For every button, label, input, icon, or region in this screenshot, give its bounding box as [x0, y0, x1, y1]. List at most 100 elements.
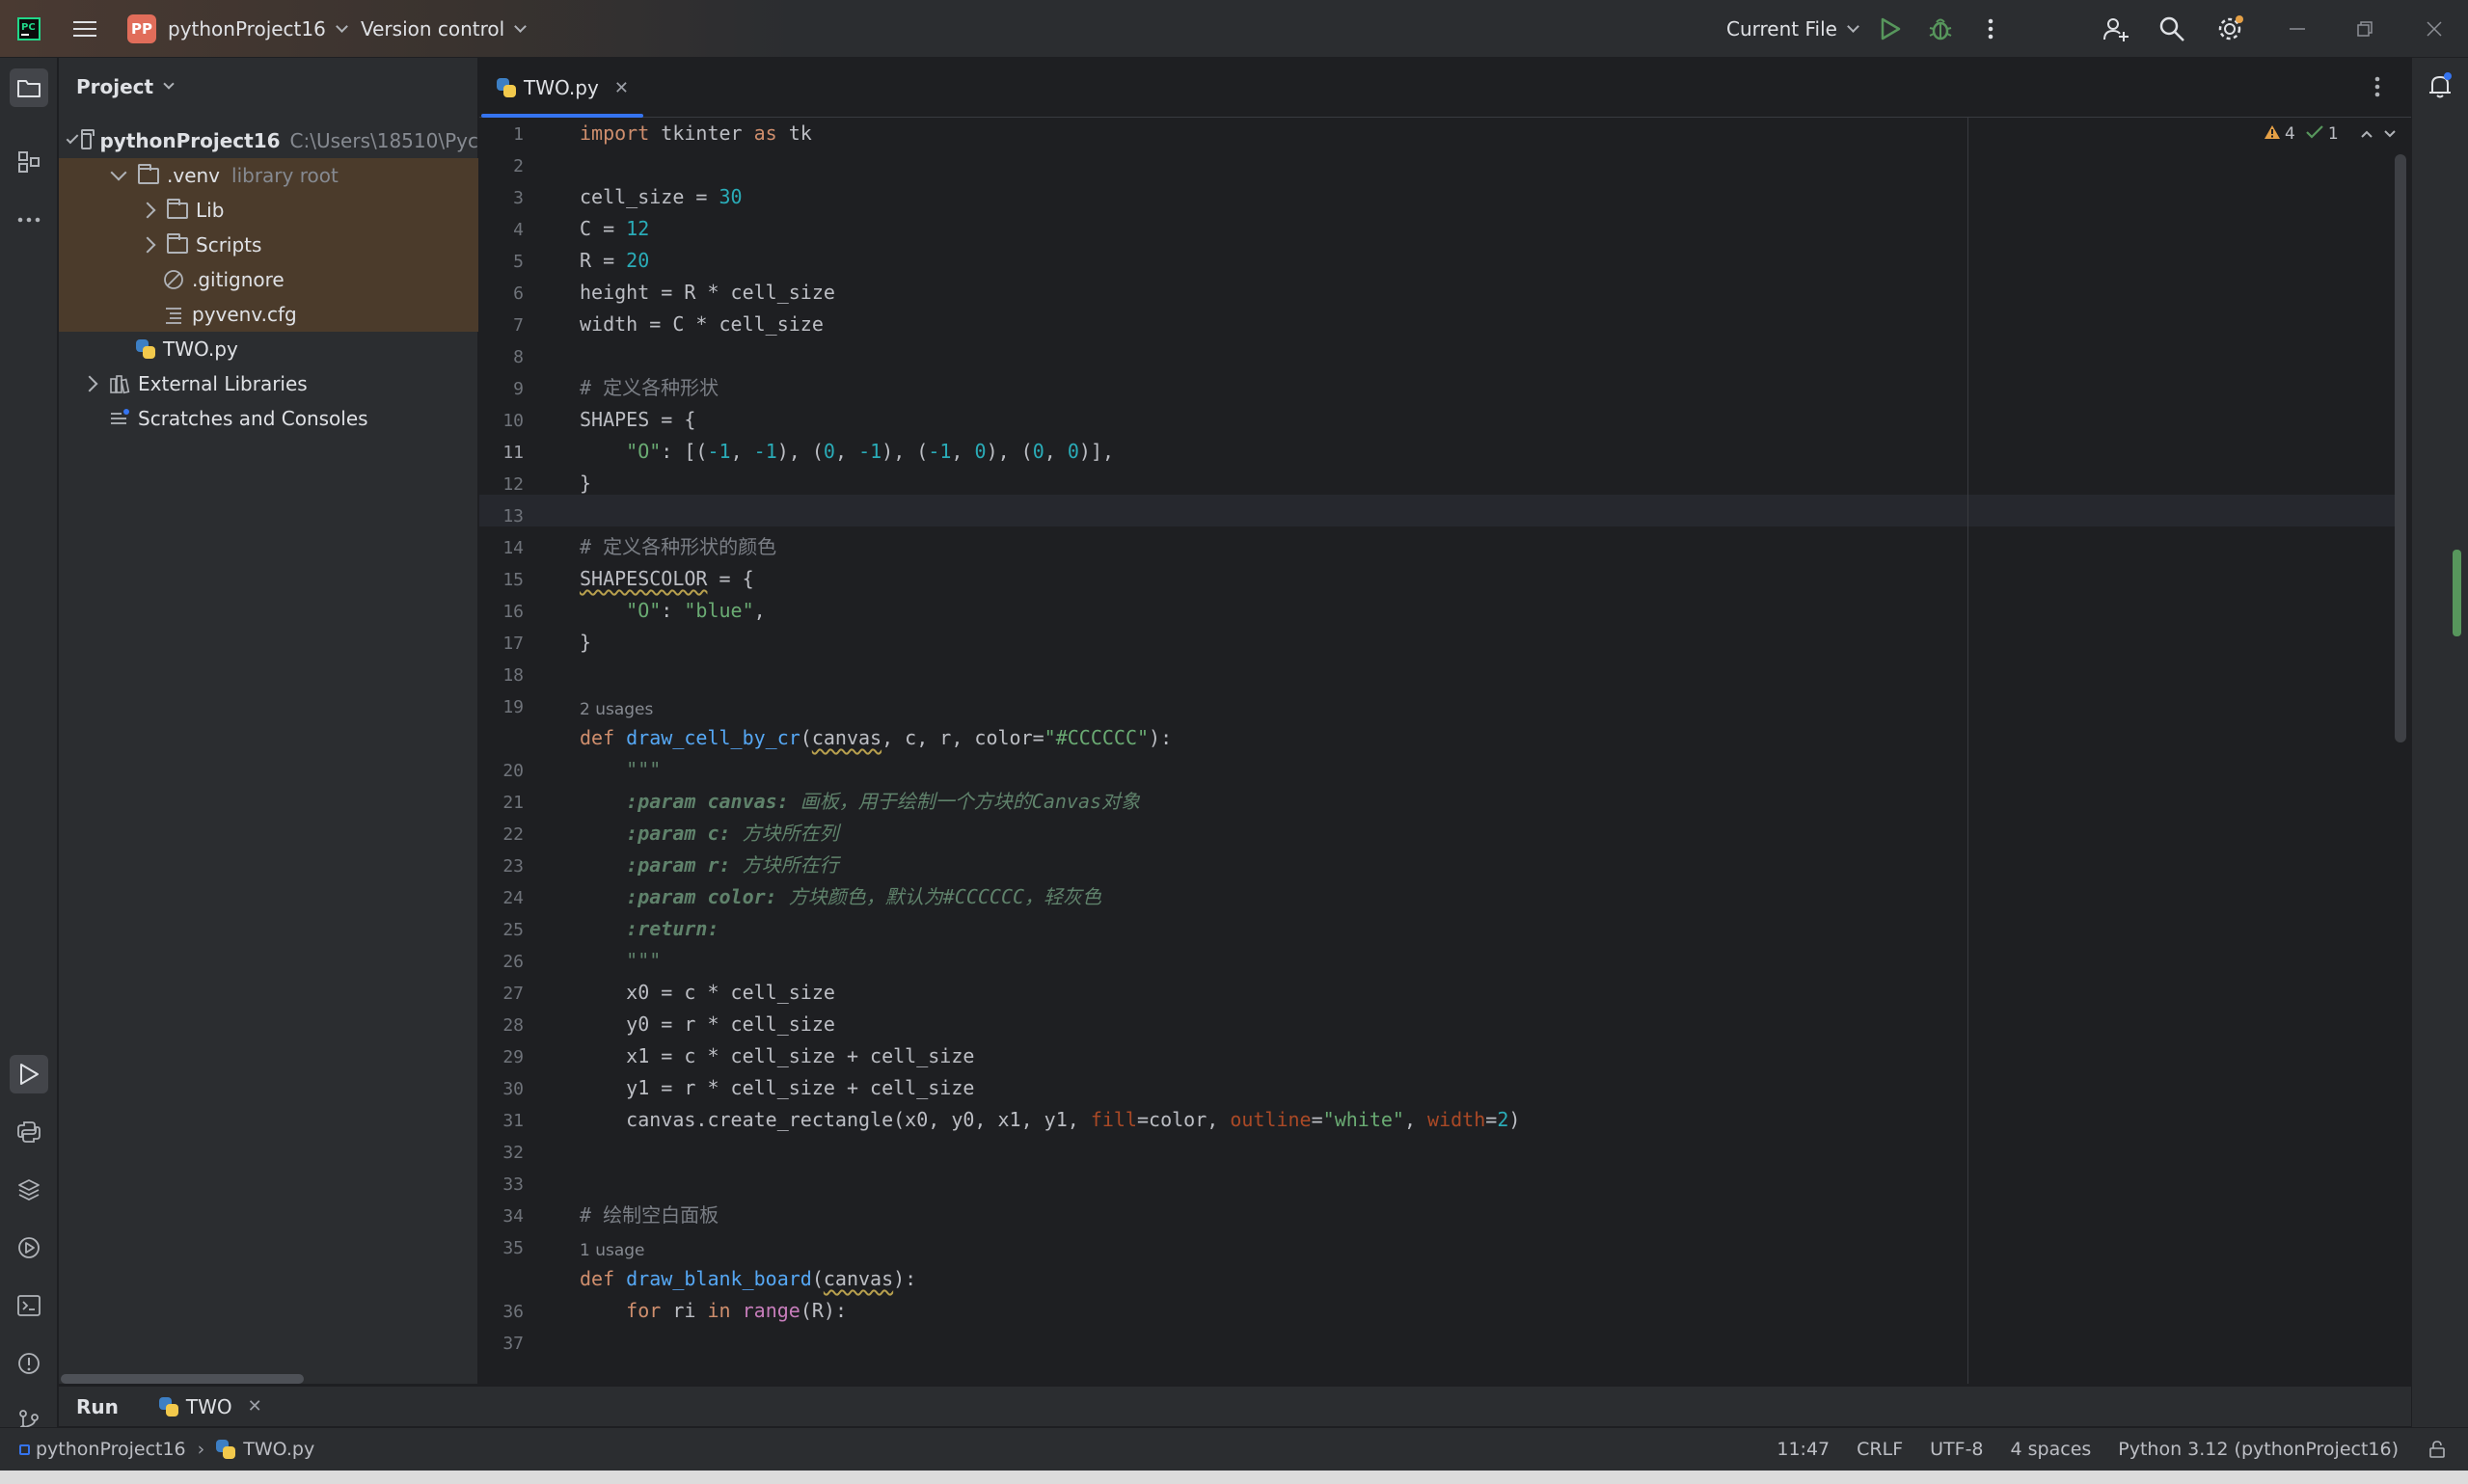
- line-number[interactable]: 24: [475, 888, 524, 908]
- line-number[interactable]: 5: [475, 252, 524, 272]
- line-number[interactable]: 14: [475, 538, 524, 558]
- line-number[interactable]: 16: [475, 602, 524, 622]
- run-config-selector[interactable]: Current File: [1726, 0, 1859, 58]
- tree-item-project-root[interactable]: pythonProject16 C:\Users\18510\Pyc: [59, 123, 478, 158]
- line-number[interactable]: 21: [475, 793, 524, 813]
- line-number[interactable]: 19: [475, 697, 524, 717]
- read-only-toggle-icon[interactable]: [2427, 1440, 2447, 1459]
- line-number[interactable]: 36: [475, 1302, 524, 1322]
- line-number[interactable]: 30: [475, 1079, 524, 1099]
- line-number[interactable]: 10: [475, 411, 524, 431]
- line-number[interactable]: 28: [475, 1015, 524, 1036]
- settings-gear-icon[interactable]: [2212, 12, 2247, 46]
- line-separator[interactable]: CRLF: [1857, 1439, 1903, 1460]
- tree-item-gitignore[interactable]: .gitignore: [59, 262, 478, 297]
- line-number[interactable]: 6: [475, 283, 524, 304]
- run-icon[interactable]: [1873, 12, 1908, 46]
- collapse-arrow-icon[interactable]: [139, 202, 156, 219]
- code-area[interactable]: import tkinter as tk cell_size = 30 C = …: [479, 118, 2399, 1384]
- main-menu-icon[interactable]: [68, 12, 102, 46]
- line-number[interactable]: 20: [475, 761, 524, 781]
- project-switcher[interactable]: PP pythonProject16: [127, 0, 348, 58]
- next-highlight-icon[interactable]: [2383, 124, 2397, 144]
- line-number[interactable]: 37: [475, 1334, 524, 1354]
- project-horizontal-scrollbar[interactable]: [61, 1374, 304, 1384]
- tab-options-icon[interactable]: [2373, 75, 2381, 102]
- line-number[interactable]: 4: [475, 220, 524, 240]
- line-number[interactable]: 22: [475, 824, 524, 845]
- collapse-arrow-icon[interactable]: [81, 375, 98, 392]
- close-tab-icon[interactable]: ✕: [614, 78, 629, 98]
- collapse-arrow-icon[interactable]: [139, 236, 156, 254]
- python-packages-icon[interactable]: [10, 1171, 48, 1209]
- terminal-icon[interactable]: [10, 1286, 48, 1325]
- python-interpreter[interactable]: Python 3.12 (pythonProject16): [2118, 1439, 2399, 1460]
- restore-window-icon[interactable]: [2347, 12, 2382, 46]
- close-tab-icon[interactable]: ✕: [248, 1396, 262, 1417]
- line-number[interactable]: 34: [475, 1206, 524, 1227]
- editor-vertical-scrollbar[interactable]: [2395, 154, 2406, 742]
- usages-hint[interactable]: 2 usages: [580, 700, 653, 719]
- add-user-icon[interactable]: [2099, 12, 2133, 46]
- version-control-menu[interactable]: Version control: [361, 0, 528, 58]
- breadcrumb-project[interactable]: pythonProject16: [36, 1439, 186, 1460]
- editor-tab-two-py[interactable]: TWO.py ✕: [479, 58, 646, 118]
- tree-item-scripts[interactable]: Scripts: [59, 228, 478, 262]
- line-number[interactable]: 32: [475, 1143, 524, 1163]
- tree-item-two-py[interactable]: TWO.py: [59, 332, 478, 366]
- tree-item-venv[interactable]: .venv library root: [59, 158, 478, 193]
- line-number[interactable]: 31: [475, 1111, 524, 1131]
- indent-setting[interactable]: 4 spaces: [2011, 1439, 2092, 1460]
- line-number[interactable]: 29: [475, 1047, 524, 1067]
- project-tool-icon[interactable]: [10, 68, 48, 107]
- ai-assistant-indicator[interactable]: [2453, 550, 2461, 636]
- line-number-gutter[interactable]: 1 2 3 4 5 6 7 8 9 10 11 12 13 14 15 16 17 18 19 20 21 22 23 24 2…: [479, 118, 537, 1384]
- more-tools-icon[interactable]: [10, 201, 48, 239]
- python-console-icon[interactable]: [10, 1113, 48, 1151]
- line-number[interactable]: 15: [475, 570, 524, 590]
- file-encoding[interactable]: UTF-8: [1930, 1439, 1983, 1460]
- services-icon[interactable]: [10, 1228, 48, 1267]
- line-number[interactable]: 23: [475, 856, 524, 877]
- line-number[interactable]: 11: [475, 443, 524, 463]
- line-number[interactable]: 8: [475, 347, 524, 367]
- structure-tool-icon[interactable]: [10, 143, 48, 181]
- line-number[interactable]: 9: [475, 379, 524, 399]
- line-number[interactable]: 13: [475, 506, 524, 526]
- run-tab-two[interactable]: TWO ✕: [158, 1395, 262, 1418]
- pycharm-logo-icon[interactable]: PC: [12, 12, 46, 46]
- run-tool-icon[interactable]: [10, 1055, 48, 1093]
- tree-item-scratches[interactable]: Scratches and Consoles: [59, 401, 478, 436]
- line-number[interactable]: 35: [475, 1238, 524, 1258]
- line-number[interactable]: 26: [475, 952, 524, 972]
- tree-item-lib[interactable]: Lib: [59, 193, 478, 228]
- more-actions-icon[interactable]: [1973, 12, 2008, 46]
- close-window-icon[interactable]: [2417, 12, 2452, 46]
- run-label[interactable]: Run: [76, 1395, 119, 1418]
- previous-highlight-icon[interactable]: [2360, 124, 2373, 144]
- line-number[interactable]: 2: [475, 156, 524, 176]
- search-icon[interactable]: [2155, 12, 2189, 46]
- expand-arrow-icon[interactable]: [66, 131, 79, 145]
- line-number[interactable]: 18: [475, 665, 524, 686]
- inspection-widget[interactable]: 4 1: [2264, 120, 2397, 148]
- problems-icon[interactable]: [10, 1344, 48, 1383]
- expand-arrow-icon[interactable]: [110, 164, 127, 181]
- line-number[interactable]: 27: [475, 984, 524, 1004]
- line-number[interactable]: 33: [475, 1174, 524, 1195]
- usages-hint[interactable]: 1 usage: [580, 1241, 645, 1260]
- tree-item-external-libraries[interactable]: External Libraries: [59, 366, 478, 401]
- line-number[interactable]: 7: [475, 315, 524, 336]
- tree-item-pyvenv-cfg[interactable]: pyvenv.cfg: [59, 297, 478, 332]
- debug-icon[interactable]: [1923, 12, 1958, 46]
- line-number[interactable]: 3: [475, 188, 524, 208]
- line-number[interactable]: 17: [475, 634, 524, 654]
- notifications-bell-icon[interactable]: [2426, 71, 2454, 104]
- breadcrumb-file[interactable]: TWO.py: [243, 1439, 314, 1460]
- line-number[interactable]: 25: [475, 920, 524, 940]
- caret-position[interactable]: 11:47: [1776, 1439, 1830, 1460]
- project-view-selector[interactable]: Project: [76, 75, 175, 98]
- line-number[interactable]: 12: [475, 474, 524, 495]
- minimize-window-icon[interactable]: [2280, 12, 2315, 46]
- line-number[interactable]: 1: [475, 124, 524, 145]
